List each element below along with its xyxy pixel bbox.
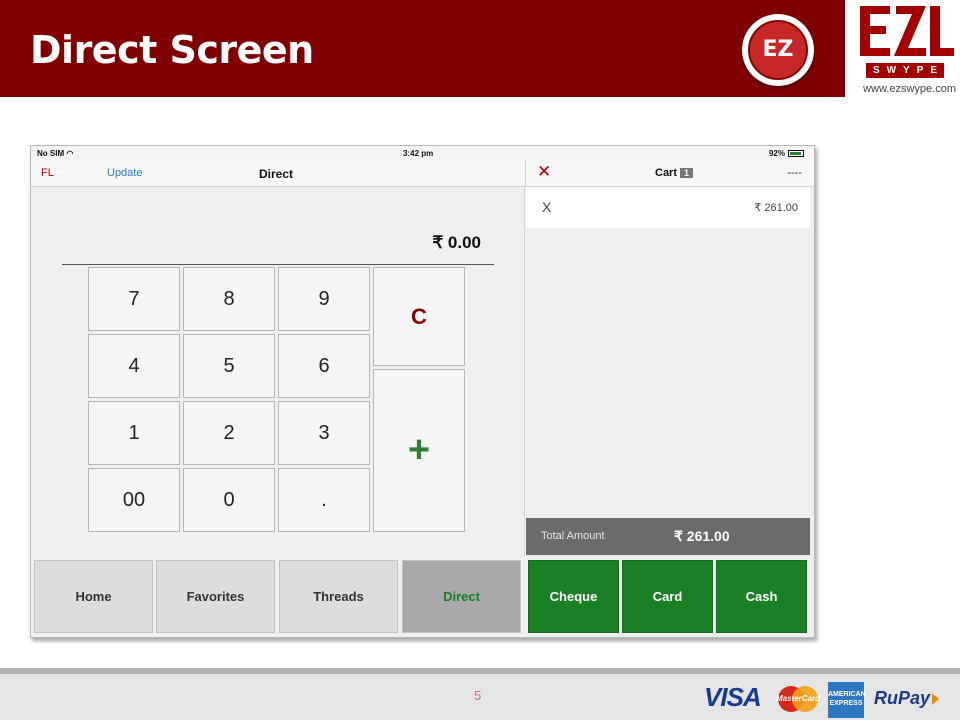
- screen-title: Direct: [259, 167, 294, 181]
- header-banner: Direct Screen EZ: [0, 0, 845, 97]
- bottom-bar: Home Favorites Threads Direct Cheque Car…: [31, 557, 814, 637]
- cart-header: Cart 1: [655, 167, 694, 179]
- key-6[interactable]: 6: [278, 334, 370, 398]
- mastercard-text: MasterCard: [776, 694, 821, 703]
- key-5[interactable]: 5: [183, 334, 275, 398]
- amex-logo: AMERICAN EXPRESS: [828, 682, 866, 718]
- cart-label: Cart: [655, 167, 678, 179]
- footer: 5 VISA MasterCard AMERICAN EXPRESS RuPay: [0, 674, 960, 720]
- battery-icon: [788, 150, 804, 157]
- carrier-label: No SIM ◠: [37, 149, 74, 158]
- pay-cheque-button[interactable]: Cheque: [528, 560, 619, 633]
- cart-pane: X ₹ 261.00 Total Amount ₹ 261.00: [526, 187, 814, 557]
- total-value: ₹ 261.00: [674, 528, 730, 544]
- visa-logo: VISA: [704, 682, 762, 712]
- slide: Direct Screen EZ SWYPE www.ezswype.com N…: [0, 0, 960, 720]
- keypad-pane: ₹ 0.00 7 8 9 4 5 6 1 2 3 00 0 . C +: [31, 187, 525, 557]
- remove-item-button[interactable]: X: [542, 199, 551, 215]
- clear-button[interactable]: C: [373, 267, 465, 366]
- app-screenshot: No SIM ◠ 3:42 pm 92% FL Update Direct ✕ …: [30, 145, 815, 638]
- ezswype-logo: SWYPE www.ezswype.com: [850, 0, 960, 97]
- cart-menu[interactable]: ----: [787, 167, 802, 179]
- total-label: Total Amount: [541, 530, 605, 542]
- nav-direct-button[interactable]: Direct: [402, 560, 521, 633]
- cart-count-badge: 1: [680, 168, 694, 178]
- key-9[interactable]: 9: [278, 267, 370, 331]
- mastercard-logo: MasterCard: [776, 686, 820, 714]
- rupay-logo: RuPay: [874, 688, 940, 709]
- page-title: Direct Screen: [30, 28, 314, 72]
- add-to-cart-button[interactable]: +: [373, 369, 465, 532]
- pay-card-button[interactable]: Card: [622, 560, 713, 633]
- top-bar: FL Update Direct ✕ Cart 1 ----: [31, 160, 814, 187]
- clock: 3:42 pm: [403, 149, 434, 158]
- key-1[interactable]: 1: [88, 401, 180, 465]
- website-url: www.ezswype.com: [863, 83, 956, 95]
- key-00[interactable]: 00: [88, 468, 180, 532]
- update-button[interactable]: Update: [107, 167, 142, 179]
- key-7[interactable]: 7: [88, 267, 180, 331]
- key-4[interactable]: 4: [88, 334, 180, 398]
- rupay-text: RuPay: [874, 688, 931, 708]
- page-number: 5: [474, 688, 482, 703]
- wifi-icon: ◠: [66, 149, 74, 158]
- amount-display: ₹ 0.00: [432, 233, 481, 252]
- nav-favorites-button[interactable]: Favorites: [156, 560, 275, 633]
- nav-threads-button[interactable]: Threads: [279, 560, 398, 633]
- rupay-arrow-icon: [932, 693, 940, 706]
- item-price: ₹ 261.00: [754, 202, 798, 214]
- total-bar: Total Amount ₹ 261.00: [526, 518, 810, 555]
- badge-text: EZ: [748, 20, 808, 80]
- ez-logo-icon: [860, 6, 954, 56]
- pay-cash-button[interactable]: Cash: [716, 560, 807, 633]
- amount-underline: [62, 264, 494, 265]
- close-icon[interactable]: ✕: [537, 163, 551, 181]
- logo-swype-label: SWYPE: [850, 60, 960, 78]
- nav-home-button[interactable]: Home: [34, 560, 153, 633]
- swype-text: SWYPE: [865, 63, 945, 78]
- key-3[interactable]: 3: [278, 401, 370, 465]
- divider: [525, 160, 526, 187]
- key-decimal[interactable]: .: [278, 468, 370, 532]
- key-0[interactable]: 0: [183, 468, 275, 532]
- battery-status: 92%: [769, 149, 804, 158]
- key-2[interactable]: 2: [183, 401, 275, 465]
- cart-item: X ₹ 261.00: [526, 187, 810, 228]
- status-bar: No SIM ◠ 3:42 pm 92%: [31, 146, 814, 160]
- key-8[interactable]: 8: [183, 267, 275, 331]
- ez-badge-icon: EZ: [742, 14, 814, 86]
- fl-button[interactable]: FL: [41, 167, 54, 179]
